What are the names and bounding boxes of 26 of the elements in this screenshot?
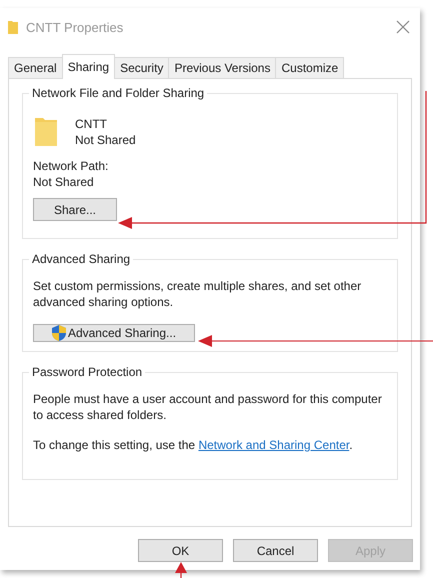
- folder-icon: [35, 116, 57, 146]
- tab[interactable]: Previous Versions: [168, 57, 276, 78]
- description: Set custom permissions, create multiple shares, and set other advanced sharing options.: [33, 278, 362, 310]
- dialog-button[interactable]: OK: [138, 539, 223, 562]
- tab[interactable]: Customize: [275, 57, 344, 78]
- tab[interactable]: General: [8, 57, 63, 78]
- group-title: Advanced Sharing: [29, 252, 134, 266]
- group-title: Password Protection: [29, 365, 146, 379]
- tab[interactable]: Security: [114, 57, 170, 78]
- tab[interactable]: Sharing: [62, 54, 116, 79]
- advanced-sharing-button[interactable]: Advanced Sharing...: [33, 324, 195, 342]
- window-title: CNTT Properties: [26, 20, 124, 34]
- folder-icon: [8, 20, 18, 34]
- description: People must have a user account and password for this computer to access shared folders.: [33, 391, 383, 423]
- instruction-text: To change this setting, use the Network and Sharing Center.: [33, 437, 353, 453]
- share-status: Not Shared: [75, 132, 136, 148]
- close-icon[interactable]: [396, 20, 410, 34]
- group-title: Network File and Folder Sharing: [29, 86, 208, 100]
- share-button[interactable]: Share...: [33, 198, 117, 221]
- annotation-arrow: [175, 562, 187, 578]
- folder-name: CNTT: [75, 116, 108, 132]
- network-path-value: Not Shared: [33, 174, 94, 190]
- shield-icon: [52, 325, 66, 341]
- dialog-button[interactable]: Cancel: [233, 539, 318, 562]
- network-path-label: Network Path:: [33, 158, 108, 174]
- network-sharing-link[interactable]: Network and Sharing Center: [198, 438, 350, 452]
